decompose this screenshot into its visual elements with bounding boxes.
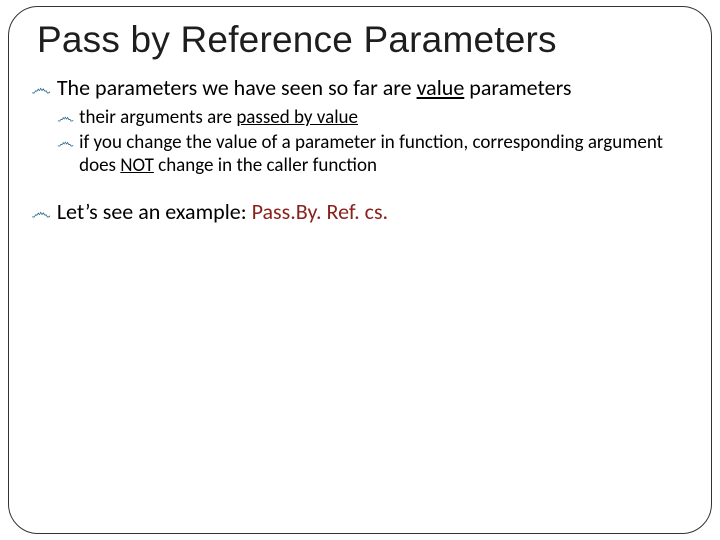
bullet-icon: ෴ — [57, 108, 74, 128]
bullet-1b: ෴ if you change the value of a parameter… — [57, 131, 689, 177]
bullet-1-text: The parameters we have seen so far are v… — [57, 75, 572, 102]
slide-frame: Pass by Reference Parameters ෴ The param… — [8, 6, 712, 534]
file-reference: Pass.By. Ref. cs. — [252, 198, 389, 225]
bullet-icon: ෴ — [31, 77, 51, 100]
bullet-1: ෴ The parameters we have seen so far are… — [31, 75, 689, 102]
bullet-icon: ෴ — [57, 133, 74, 153]
bullet-icon: ෴ — [31, 201, 51, 224]
slide-title: Pass by Reference Parameters — [37, 19, 689, 61]
bullet-group-1: ෴ The parameters we have seen so far are… — [31, 75, 689, 177]
slide: Pass by Reference Parameters ෴ The param… — [0, 0, 720, 540]
bullet-1a-text: their arguments are passed by value — [79, 106, 358, 129]
bullet-2: ෴ Let’s see an example: Pass.By. Ref. cs… — [31, 199, 689, 226]
bullet-2-text: Let’s see an example: Pass.By. Ref. cs. — [57, 199, 388, 226]
bullet-1b-text: if you change the value of a parameter i… — [79, 131, 689, 177]
bullet-1a: ෴ their arguments are passed by value — [57, 106, 689, 129]
